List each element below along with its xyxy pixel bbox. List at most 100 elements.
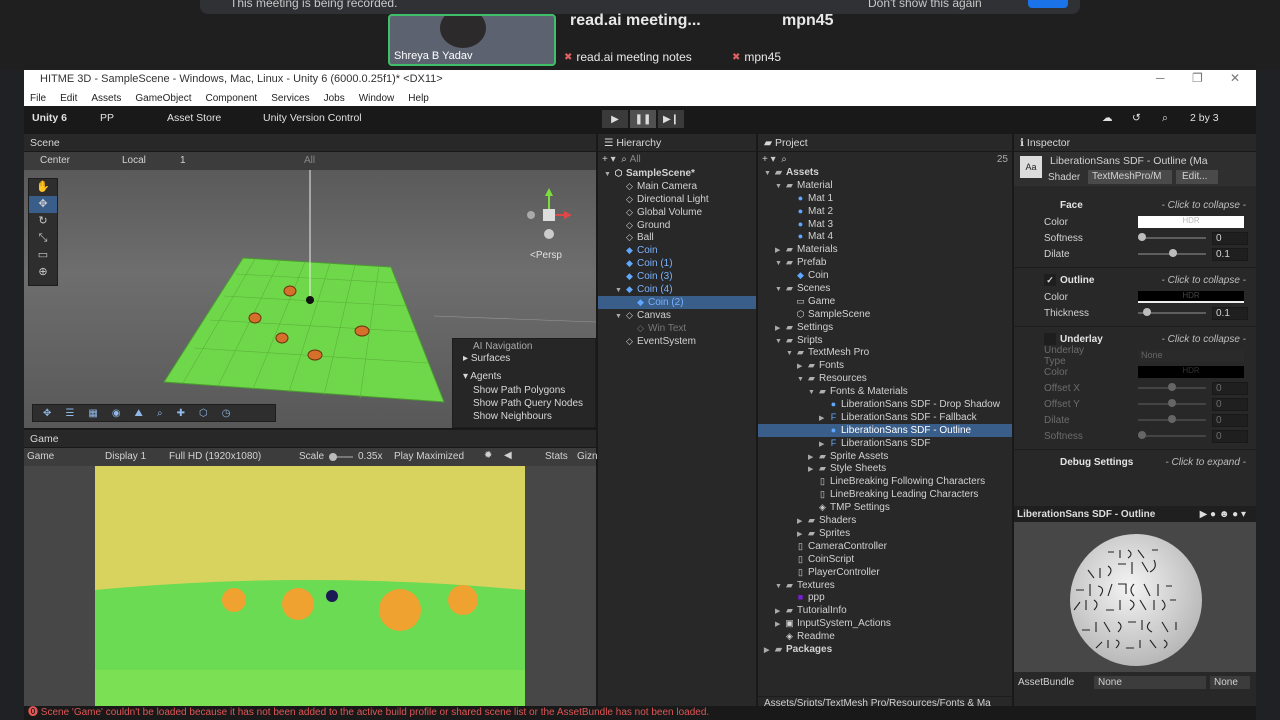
project-row[interactable]: ▶ ▰ Packages [758,643,1012,656]
shader-dropdown[interactable]: TextMeshPro/M [1088,170,1172,184]
project-row[interactable]: ▼ ▰ TextMesh Pro [758,346,1012,359]
outline-thickness-slider[interactable] [1138,308,1206,316]
project-row[interactable]: ● LiberationSans SDF - Outline [758,423,1012,437]
hierarchy-row[interactable]: ▼ ◆ Coin (4) [598,283,756,296]
navmesh-surface-icon[interactable]: ⛰ [135,408,143,419]
project-row[interactable]: ● Mat 2 [758,205,1012,218]
project-row[interactable]: ▶ ▰ Sprites [758,527,1012,540]
menu-jobs[interactable]: Jobs [324,93,345,104]
minimize-icon[interactable]: ─ [1156,71,1165,85]
project-row[interactable]: ▼ ▰ Fonts & Materials [758,385,1012,398]
status-bar[interactable]: ⓿ Scene 'Game' couldn't be loaded becaus… [24,706,1256,720]
scene-search[interactable]: All [304,155,315,166]
project-row[interactable]: ⬡ SampleScene [758,308,1012,321]
version-control-button[interactable]: Unity Version Control [263,112,362,124]
history-icon[interactable]: ↺ [1132,112,1141,124]
project-row[interactable]: ▼ ▰ Prefab [758,256,1012,269]
project-row[interactable]: ● Mat 4 [758,230,1012,243]
project-row[interactable]: ▯ LineBreaking Leading Characters [758,488,1012,501]
perspective-label[interactable]: <Persp [530,250,562,261]
project-row[interactable]: ◈ Readme [758,630,1012,643]
agents-foldout[interactable]: ▾ Agents [457,371,595,382]
project-row[interactable]: ▶ ▰ Style Sheets [758,462,1012,475]
hierarchy-row[interactable]: ◇ Win Text [598,322,756,335]
pivot-dropdown[interactable]: Center [40,155,70,166]
navmesh-clock-icon[interactable]: ◷ [222,408,231,419]
inspector-tab[interactable]: ℹ Inspector [1014,134,1256,152]
project-row[interactable]: ▶ ▰ Sprite Assets [758,450,1012,463]
mute-icon[interactable]: ◀ [504,450,512,461]
project-row[interactable]: ▶ ▰ Materials [758,243,1012,256]
menu-file[interactable]: File [30,93,46,104]
step-button[interactable]: ▶❙ [658,110,684,128]
hierarchy-row[interactable]: ◆ Coin (1) [598,257,756,270]
underlay-dilate-slider[interactable] [1138,415,1206,423]
project-row[interactable]: ● Mat 3 [758,218,1012,231]
project-row[interactable]: ▶ ▰ TutorialInfo [758,604,1012,617]
project-row[interactable]: ▭ Game [758,295,1012,308]
offset-y-value[interactable]: 0 [1212,397,1248,411]
project-row[interactable]: ▼ ▰ Scenes [758,282,1012,295]
move-tool-icon[interactable]: ✥ [29,196,57,213]
navmesh-cube-icon[interactable]: ⬡ [199,408,208,419]
project-row[interactable]: ▯ CoinScript [758,553,1012,566]
debug-settings-header[interactable]: Debug Settings - Click to expand - [1014,453,1256,471]
project-row[interactable]: ▶ ▰ Shaders [758,514,1012,527]
snap-increment[interactable]: 1 [180,155,186,166]
game-viewport[interactable] [24,466,596,706]
show-path-polygons[interactable]: Show Path Polygons [457,384,595,397]
underlay-section-header[interactable]: Underlay - Click to collapse - [1014,330,1256,348]
hierarchy-row[interactable]: ◆ Coin [598,244,756,257]
game-tab[interactable]: Game [24,430,596,448]
offset-x-value[interactable]: 0 [1212,381,1248,395]
project-row[interactable]: ▶ ▰ Fonts [758,359,1012,372]
underlay-dilate-value[interactable]: 0 [1212,413,1248,427]
project-row[interactable]: ▶ F LiberationSans SDF [758,437,1012,450]
menu-component[interactable]: Component [206,93,258,104]
project-row[interactable]: ▼ ▰ Material [758,179,1012,192]
outline-checkbox[interactable]: ✓ [1044,274,1056,286]
stats-button[interactable]: Stats [545,451,568,462]
hierarchy-row[interactable]: ◇ Ball [598,231,756,244]
underlay-softness-slider[interactable] [1138,431,1206,439]
underlay-type-dropdown[interactable]: None [1138,350,1244,362]
menu-assets[interactable]: Assets [91,93,121,104]
foldout-arrow-icon[interactable]: ▶ [764,645,773,658]
scene-tab[interactable]: Scene [24,134,596,152]
menu-services[interactable]: Services [271,93,309,104]
offset-x-slider[interactable] [1138,383,1206,391]
font-atlas-preview[interactable] [1014,522,1256,672]
project-row[interactable]: ▯ CameraController [758,540,1012,553]
edit-shader-button[interactable]: Edit... [1176,170,1218,184]
scale-slider[interactable] [329,453,353,461]
underlay-color-field[interactable]: HDR [1138,366,1244,378]
preview-controls[interactable]: ▶ ● ☻ ● ▾ [1200,509,1246,520]
ok-button[interactable] [1028,0,1068,8]
menu-window[interactable]: Window [359,93,395,104]
hierarchy-row[interactable]: ◇ Global Volume [598,206,756,219]
navmesh-axis-icon[interactable]: ✚ [177,408,185,419]
offset-y-slider[interactable] [1138,399,1206,407]
project-row[interactable]: ◆ Coin [758,269,1012,282]
outline-color-field[interactable]: HDR [1138,291,1244,303]
face-dilate-slider[interactable] [1138,249,1206,257]
unity-menu-button[interactable]: Unity 6 [32,112,67,124]
project-row[interactable]: ● LiberationSans SDF - Drop Shadow [758,398,1012,411]
face-softness-value[interactable]: 0 [1212,231,1248,245]
cloud-icon[interactable]: ☁ [1102,112,1113,124]
maximize-icon[interactable]: ❐ [1192,71,1203,85]
hierarchy-row[interactable]: ◆ Coin (3) [598,270,756,283]
rect-tool-icon[interactable]: ▭ [29,247,57,264]
hierarchy-row[interactable]: ▼ ⬡ SampleScene* [598,167,756,180]
hierarchy-row[interactable]: ◇ Main Camera [598,180,756,193]
orientation-gizmo[interactable] [527,188,572,239]
underlay-checkbox[interactable] [1044,333,1056,345]
navmesh-bake-icon[interactable]: ◉ [112,408,121,419]
navmesh-move-icon[interactable]: ✥ [43,408,51,419]
account-button[interactable]: PP [100,112,114,124]
navmesh-settings-icon[interactable]: ☰ [65,408,74,419]
transform-tool-icon[interactable]: ⊕ [29,264,57,281]
hierarchy-row[interactable]: ◇ Directional Light [598,193,756,206]
play-mode-dropdown[interactable]: Play Maximized [394,451,464,462]
show-path-query-nodes[interactable]: Show Path Query Nodes [457,397,595,410]
